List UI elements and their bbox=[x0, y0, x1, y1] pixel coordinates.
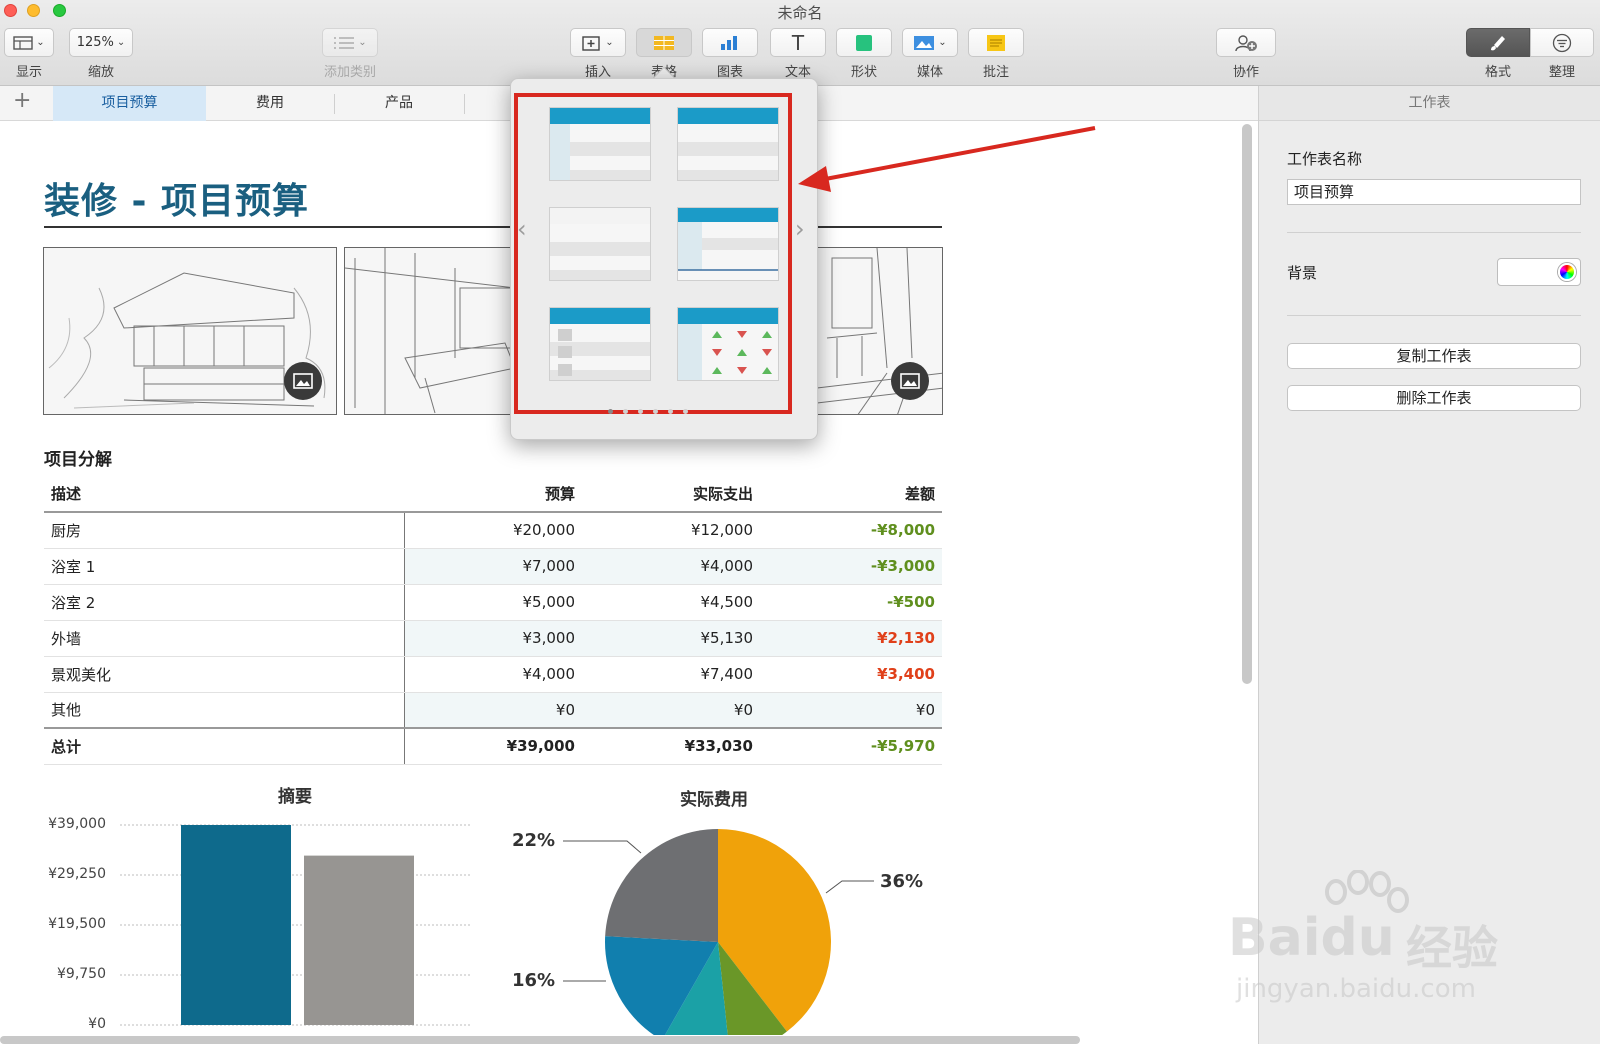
color-wheel-icon[interactable] bbox=[1558, 263, 1576, 281]
watermark-cn: 经验 bbox=[1406, 921, 1498, 975]
divider bbox=[1287, 232, 1581, 233]
horizontal-scrollbar[interactable] bbox=[0, 1036, 1080, 1044]
vertical-scrollbar[interactable] bbox=[1242, 124, 1252, 684]
pie-label-36: 36% bbox=[880, 871, 924, 892]
page-dot[interactable] bbox=[638, 409, 643, 414]
page-dot[interactable] bbox=[623, 409, 628, 414]
background-label: 背景 bbox=[1287, 264, 1318, 282]
background-color-well[interactable] bbox=[1497, 258, 1581, 286]
baidu-watermark: Baidu 经验 jingyan.baidu.com bbox=[1228, 870, 1528, 1010]
page-dot[interactable] bbox=[608, 409, 613, 414]
watermark-url: jingyan.baidu.com bbox=[1236, 974, 1476, 1004]
pie-label-16: 16% bbox=[512, 970, 556, 991]
inspector-header[interactable]: 工作表 bbox=[1259, 86, 1600, 121]
chevron-right-icon[interactable]: › bbox=[795, 215, 805, 243]
watermark-brand: Baidu bbox=[1228, 908, 1395, 968]
page-dot[interactable] bbox=[653, 409, 658, 414]
pie-label-22: 22% bbox=[512, 830, 556, 851]
annotation-highlight-box bbox=[514, 93, 792, 414]
delete-sheet-button[interactable]: 删除工作表 bbox=[1287, 385, 1581, 411]
page-dot[interactable] bbox=[683, 409, 688, 414]
divider bbox=[1287, 315, 1581, 316]
sheet-name-field[interactable]: 项目预算 bbox=[1287, 179, 1581, 205]
popover-page-dots[interactable] bbox=[608, 409, 688, 414]
page-dot[interactable] bbox=[668, 409, 673, 414]
sheet-name-label: 工作表名称 bbox=[1287, 150, 1363, 168]
duplicate-sheet-button[interactable]: 复制工作表 bbox=[1287, 343, 1581, 369]
